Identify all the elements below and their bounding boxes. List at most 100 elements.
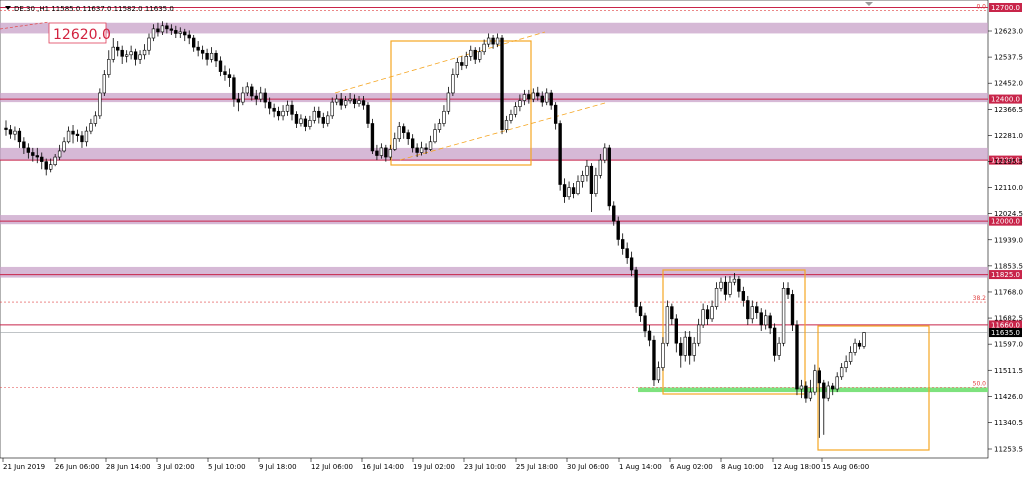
candle-body: [679, 342, 683, 356]
candle-body: [241, 92, 245, 103]
candle-body: [227, 74, 232, 78]
candle-body: [326, 115, 330, 124]
candle-body: [4, 127, 8, 130]
candle-body: [808, 391, 813, 399]
candle-body: [603, 147, 607, 161]
candle-body: [165, 25, 169, 30]
candle-body: [567, 187, 571, 198]
candle-body: [576, 181, 580, 194]
candle-body: [49, 164, 53, 170]
candle-body: [737, 278, 741, 292]
candle-body: [308, 120, 312, 127]
candle-body: [831, 385, 835, 390]
y-tick-label: 12024.5: [994, 210, 1023, 218]
candle-body: [527, 94, 531, 100]
candle-body: [817, 370, 821, 384]
candle-body: [491, 37, 495, 45]
candle-body: [813, 370, 817, 393]
candle-body: [138, 54, 142, 60]
x-tick-label: 21 Jun 2019: [3, 463, 45, 471]
x-tick-label: 28 Jun 14:00: [106, 463, 150, 471]
candle-body: [531, 92, 535, 100]
candle-body: [768, 315, 772, 329]
candle-body: [692, 342, 696, 356]
candle-body: [469, 49, 473, 57]
candle-body: [835, 376, 839, 390]
sr-zone-3: [0, 215, 988, 225]
candle-body: [750, 306, 754, 320]
candle-body: [437, 123, 442, 130]
candle-body: [446, 92, 451, 112]
candle-body: [102, 74, 106, 94]
y-tick-label: 11426.0: [994, 393, 1023, 401]
candle-body: [384, 147, 388, 158]
candle-body: [549, 92, 553, 106]
candle-body: [232, 77, 236, 100]
candle-body: [710, 306, 714, 320]
candle-body: [379, 147, 384, 156]
candle-body: [562, 184, 567, 198]
candle-body: [670, 306, 674, 320]
candle-body: [402, 126, 406, 133]
candle-body: [433, 129, 437, 143]
candle-body: [223, 71, 227, 75]
fib-label-1: 38.2: [973, 295, 987, 302]
candle-body: [303, 118, 308, 127]
y-tick-label: 11768.0: [994, 288, 1023, 296]
candle-body: [826, 385, 830, 399]
candle-body: [857, 342, 862, 347]
candle-body: [8, 129, 13, 135]
x-tick-label: 30 Jul 06:00: [567, 463, 609, 471]
candle-body: [13, 130, 17, 135]
candle-body: [75, 133, 80, 136]
candle-body: [205, 52, 209, 60]
candle-body: [40, 156, 44, 162]
candle-body: [209, 52, 214, 60]
candle-body: [53, 156, 57, 165]
candle-body: [290, 104, 294, 115]
candle-body: [616, 220, 620, 240]
x-tick-label: 1 Aug 14:00: [619, 463, 662, 471]
symbol-header: DE.30 ,H1 11585.0 11637.0 11582.0 11635.…: [14, 5, 174, 13]
candle-body: [696, 324, 701, 344]
candle-body: [393, 138, 397, 150]
x-tick-label: 25 Jul 18:00: [516, 463, 558, 471]
candle-body: [746, 300, 750, 320]
candle-body: [612, 205, 616, 222]
x-tick-label: 23 Jul 10:00: [464, 463, 506, 471]
candle-body: [129, 51, 133, 56]
candle-body: [98, 92, 102, 117]
candle-body: [66, 130, 71, 143]
y-tick-label: 12452.0: [994, 80, 1023, 88]
candle-body: [665, 306, 670, 344]
candle-body: [218, 60, 223, 72]
candle-body: [701, 309, 705, 326]
candle-body: [44, 161, 48, 170]
level-label-0: 12700.0: [991, 4, 1020, 12]
candle-body: [259, 92, 263, 100]
candle-body: [375, 150, 379, 156]
candle-body: [192, 37, 196, 48]
candle-body: [719, 281, 723, 289]
candle-body: [71, 130, 75, 135]
candle-body: [540, 95, 544, 103]
candle-body: [759, 312, 763, 326]
candle-body: [84, 130, 89, 143]
candle-body: [321, 117, 325, 124]
chart-window: 12700.0 12400.0 12200.0 12000.0 11825.0 11660…: [0, 0, 1024, 474]
candle-body: [330, 101, 334, 117]
sr-zone-1: [0, 92, 988, 103]
candle-body: [410, 138, 415, 149]
candle-body: [133, 51, 138, 60]
green-zone: [638, 387, 988, 393]
candle-body: [169, 28, 174, 31]
y-tick-label: 12537.5: [994, 54, 1023, 62]
y-tick-label: 12110.0: [994, 184, 1023, 192]
candle-body: [500, 37, 504, 130]
price-chart[interactable]: 12700.012400.012200.012000.011825.011660…: [0, 0, 1024, 474]
candle-body: [93, 115, 98, 124]
candle-body: [272, 107, 276, 112]
candle-body: [625, 248, 629, 259]
candle-body: [281, 110, 285, 117]
candle-body: [26, 147, 31, 153]
